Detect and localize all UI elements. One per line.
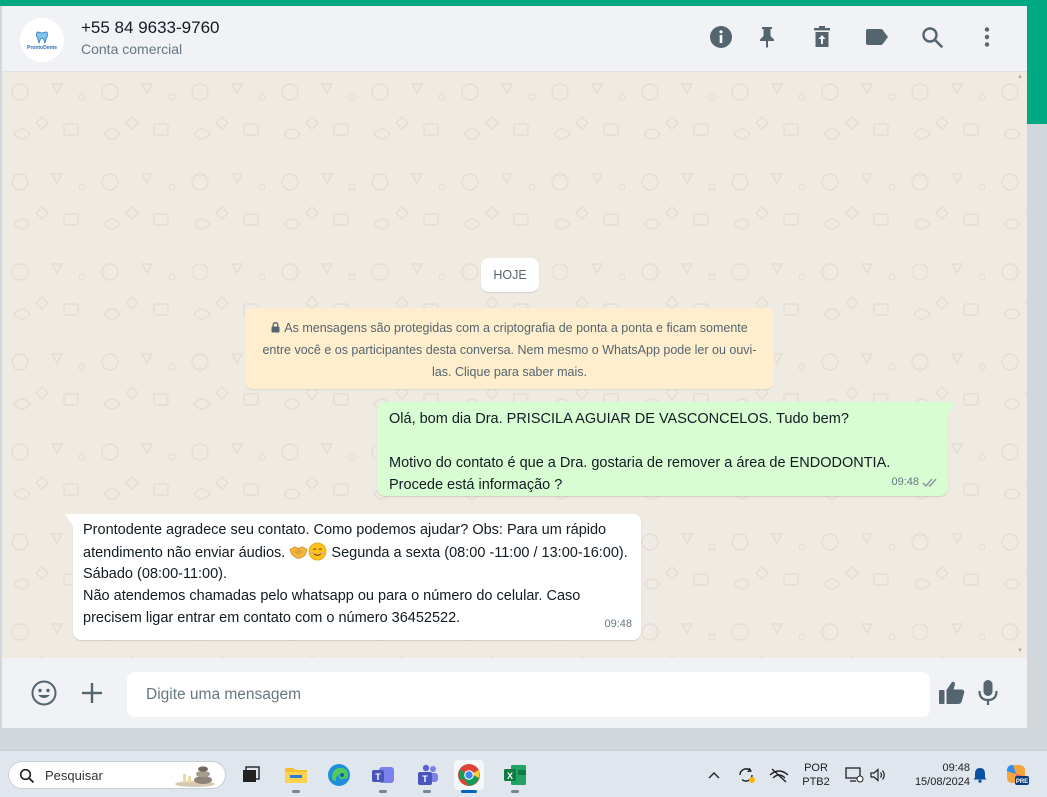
chat-scrollbar[interactable]: ▲ ▼ [1017,74,1023,654]
incoming-text-part3: Não atendemos chamadas pelo whatsapp ou … [83,588,581,626]
emoji-icon[interactable] [29,678,59,708]
windows-taskbar: Pesquisar T T X POR PTB2 09:48 15/08/202… [0,750,1047,797]
double-check-icon [922,478,937,487]
pin-icon[interactable] [754,24,780,50]
chevron-up-icon[interactable] [704,751,724,797]
avatar-brand: ProntoDente [27,44,57,51]
edge-icon[interactable] [324,760,354,790]
bubble-tail [65,514,73,526]
contact-subtitle: Conta comercial [81,41,183,57]
trash-icon[interactable] [809,24,835,50]
menu-icon[interactable] [974,24,1000,50]
info-icon[interactable] [708,24,734,50]
bubble-tail [948,402,956,414]
incoming-message[interactable]: Prontodente agradece seu contato. Como p… [65,514,641,640]
copilot-icon[interactable]: PRE [1001,751,1031,797]
handshake-emoji [289,546,308,559]
outgoing-message[interactable]: Olá, bom dia Dra. PRISCILA AGUIAR DE VAS… [377,402,956,496]
avatar[interactable]: ProntoDente [20,18,64,62]
clock-time: 09:48 [942,762,970,774]
smiling-face-emoji [308,542,327,561]
taskbar-search-placeholder: Pesquisar [45,768,103,783]
scroll-up-arrow-icon[interactable]: ▲ [1017,74,1023,80]
sync-icon[interactable] [735,751,757,797]
display-icon[interactable] [843,751,865,797]
thumbs-up-icon[interactable] [937,678,967,708]
window-accent-right [1027,6,1047,124]
search-icon [19,768,35,784]
incoming-message-text: Prontodente agradece seu contato. Como p… [83,520,631,630]
search-highlight-stones-icon [175,766,215,787]
encryption-notice[interactable]: As mensagens são protegidas com a cripto… [245,308,774,389]
no-internet-icon[interactable] [768,751,790,797]
running-indicator [461,790,477,793]
message-meta: 09:48 [891,471,939,493]
message-input[interactable] [127,672,930,717]
running-indicator [423,790,431,793]
chat-header[interactable]: ProntoDente +55 84 9633-9760 Conta comer… [2,6,1027,72]
teams-icon[interactable]: T [412,760,442,793]
outgoing-message-text: Olá, bom dia Dra. PRISCILA AGUIAR DE VAS… [389,411,891,493]
microphone-icon[interactable] [973,678,1003,708]
window-edge [1027,124,1047,750]
notification-bell-icon[interactable] [970,751,990,797]
whatsapp-window: ProntoDente +55 84 9633-9760 Conta comer… [2,6,1027,728]
svg-text:PRE: PRE [1016,779,1028,785]
lock-icon [271,322,280,333]
task-view-icon[interactable] [236,760,266,790]
tooth-logo-icon [36,31,48,44]
label-icon[interactable] [864,24,890,50]
chrome-icon[interactable] [454,760,484,793]
taskbar-clock[interactable]: 09:48 15/08/2024 [896,761,970,789]
attach-plus-icon[interactable] [77,678,107,708]
encryption-notice-text: As mensagens são protegidas com a cripto… [262,321,757,379]
running-indicator [379,790,387,793]
file-explorer-icon[interactable] [281,760,311,793]
date-chip: HOJE [481,258,539,292]
running-indicator [511,790,519,793]
contact-name[interactable]: +55 84 9633-9760 [81,18,220,38]
chat-area[interactable]: ▲ ▼ HOJE As mensagens são protegidas com… [2,72,1027,658]
message-composer [2,658,1027,728]
keyboard-layout: PTB2 [802,776,830,788]
running-indicator [292,790,300,793]
message-time: 09:48 [891,476,919,488]
svg-text:T: T [375,772,381,782]
volume-icon[interactable] [867,751,889,797]
clock-date: 15/08/2024 [914,776,970,788]
input-language-indicator[interactable]: POR PTB2 [800,761,832,789]
svg-text:T: T [422,774,428,784]
scroll-down-arrow-icon[interactable]: ▼ [1017,648,1023,654]
taskbar-search[interactable]: Pesquisar [8,761,226,789]
svg-text:X: X [507,771,513,781]
message-time: 09:48 [604,618,632,631]
excel-icon[interactable]: X [500,760,530,793]
language-code: POR [804,762,828,774]
search-icon[interactable] [919,24,945,50]
teams-work-icon[interactable]: T [368,760,398,793]
